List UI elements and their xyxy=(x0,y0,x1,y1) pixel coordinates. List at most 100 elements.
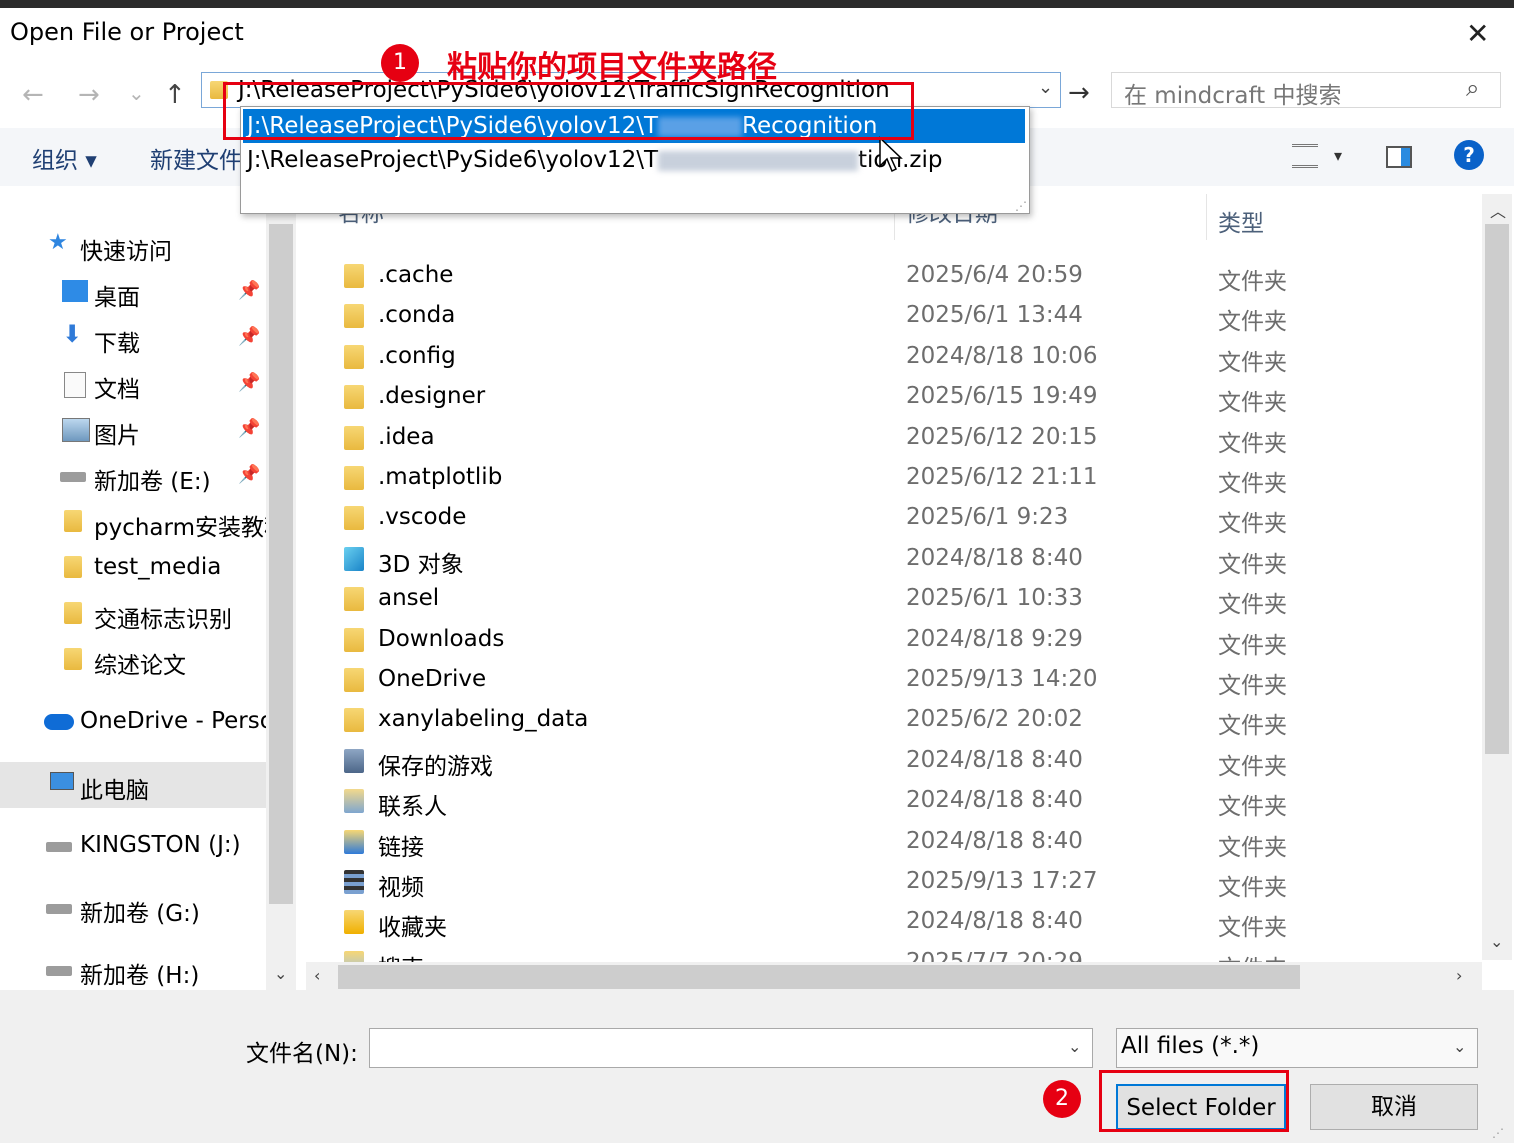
file-row[interactable]: 联系人 2024/8/18 8:40 文件夹 xyxy=(298,781,1482,821)
resize-grip-icon[interactable]: ⋰ xyxy=(1492,1126,1504,1140)
file-name: 联系人 xyxy=(378,794,447,821)
file-row[interactable]: ansel 2025/6/1 10:33 文件夹 xyxy=(298,579,1482,619)
sidebar-item-drive-g[interactable]: 新加卷 (G:) xyxy=(0,888,266,928)
chevron-down-icon[interactable]: ⌄ xyxy=(1038,77,1053,98)
file-row[interactable]: 视频 2025/9/13 17:27 文件夹 xyxy=(298,862,1482,902)
sidebar-item-pycharm[interactable]: pycharm安装教程 xyxy=(0,502,266,542)
file-modified-date: 2024/8/18 8:40 xyxy=(906,787,1083,814)
file-type-select[interactable]: All files (*.*) ⌄ xyxy=(1116,1028,1478,1068)
up-arrow-icon[interactable]: ↑ xyxy=(164,80,186,110)
view-options-chevron[interactable]: ▾ xyxy=(1334,146,1342,165)
folder-icon xyxy=(344,425,364,450)
go-arrow-icon[interactable]: → xyxy=(1068,78,1090,108)
folder-icon xyxy=(64,648,82,670)
file-name: 保存的游戏 xyxy=(378,753,493,780)
scroll-down-icon[interactable]: ⌄ xyxy=(274,964,287,983)
desktop-icon xyxy=(62,280,88,302)
computer-icon xyxy=(50,772,74,790)
file-row[interactable]: 收藏夹 2024/8/18 8:40 文件夹 xyxy=(298,902,1482,942)
file-row[interactable]: .config 2024/8/18 10:06 文件夹 xyxy=(298,337,1482,377)
file-name: 链接 xyxy=(378,834,424,861)
pin-icon[interactable]: 📌 xyxy=(238,280,260,301)
new-folder-button[interactable]: 新建文件 xyxy=(150,141,242,175)
file-type: 文件夹 xyxy=(1218,673,1287,699)
preview-pane-icon[interactable] xyxy=(1386,146,1412,168)
file-type: 文件夹 xyxy=(1218,269,1287,295)
file-row[interactable]: xanylabeling_data 2025/6/2 20:02 文件夹 xyxy=(298,700,1482,740)
column-divider[interactable] xyxy=(1206,194,1207,240)
file-list-vertical-scrollbar[interactable]: ︿ ⌄ xyxy=(1482,194,1512,960)
sidebar-item-drive-e[interactable]: 新加卷 (E:) 📌 xyxy=(0,456,266,496)
open-file-dialog: Open File or Project ✕ ← → ⌄ ↑ J:\Releas… xyxy=(0,8,1514,1143)
back-arrow-icon[interactable]: ← xyxy=(22,80,44,110)
file-row[interactable]: 搜索2025/7/7 20:29文件夹 xyxy=(298,943,1482,964)
file-row[interactable]: 链接 2024/8/18 8:40 文件夹 xyxy=(298,822,1482,862)
scroll-left-icon[interactable]: ‹ xyxy=(314,966,320,985)
sidebar-item-survey-papers[interactable]: 综述论文 xyxy=(0,640,266,680)
select-button-highlight-box xyxy=(1099,1070,1289,1132)
sidebar-item-pictures[interactable]: 图片 📌 xyxy=(0,410,266,450)
file-row[interactable]: .conda 2025/6/1 13:44 文件夹 xyxy=(298,296,1482,336)
sidebar-item-documents[interactable]: 文档 📌 xyxy=(0,364,266,404)
file-row[interactable]: 保存的游戏 2024/8/18 8:40 文件夹 xyxy=(298,741,1482,781)
sidebar-item-kingston-j[interactable]: KINGSTON (J:) xyxy=(0,826,266,866)
pin-icon[interactable]: 📌 xyxy=(238,464,260,485)
recent-locations-icon[interactable]: ⌄ xyxy=(128,78,145,108)
scroll-down-icon[interactable]: ⌄ xyxy=(1490,932,1503,951)
search-box[interactable]: 在 mindcraft 中搜索 ⌕ xyxy=(1111,72,1501,110)
sidebar-item-label: KINGSTON (J:) xyxy=(80,832,241,858)
close-icon[interactable]: ✕ xyxy=(1466,20,1489,48)
file-list-horizontal-scrollbar[interactable]: ‹ › xyxy=(306,962,1482,992)
file-modified-date: 2024/8/18 8:40 xyxy=(906,746,1083,773)
file-type: 文件夹 xyxy=(1218,471,1287,497)
file-row[interactable]: .matplotlib 2025/6/12 21:11 文件夹 xyxy=(298,458,1482,498)
pin-icon[interactable]: 📌 xyxy=(238,372,260,393)
file-row[interactable]: .idea 2025/6/12 20:15 文件夹 xyxy=(298,418,1482,458)
resize-grip-icon[interactable]: ⋰ xyxy=(1015,199,1027,213)
organize-menu[interactable]: 组织 ▾ xyxy=(32,141,97,175)
sidebar-item-quick-access[interactable]: ★ 快速访问 xyxy=(0,226,266,266)
folder-icon xyxy=(64,510,82,532)
chevron-down-icon[interactable]: ⌄ xyxy=(1068,1037,1081,1056)
view-list-icon[interactable] xyxy=(1292,144,1318,168)
autocomplete-item-zip[interactable]: J:\ReleaseProject\PySide6\yolov12\T tion.… xyxy=(243,143,1025,177)
help-icon[interactable]: ? xyxy=(1454,140,1484,170)
sidebar-scrollbar[interactable]: ⌄ xyxy=(266,194,296,990)
scrollbar-thumb[interactable] xyxy=(269,224,293,904)
dialog-footer: 文件名(N): ⌄ All files (*.*) ⌄ Select Folde… xyxy=(0,990,1514,1143)
filename-input[interactable]: ⌄ xyxy=(369,1028,1093,1068)
search-input[interactable]: 在 mindcraft 中搜索 xyxy=(1124,76,1342,110)
sidebar-item-drive-h[interactable]: 新加卷 (H:) xyxy=(0,950,266,990)
pin-icon[interactable]: 📌 xyxy=(238,326,260,347)
pin-icon[interactable]: 📌 xyxy=(238,418,260,439)
file-name: 收藏夹 xyxy=(378,915,447,942)
file-row[interactable]: Downloads 2024/8/18 9:29 文件夹 xyxy=(298,620,1482,660)
file-row[interactable]: .designer 2025/6/15 19:49 文件夹 xyxy=(298,377,1482,417)
scroll-up-icon[interactable]: ︿ xyxy=(1490,198,1506,222)
sidebar-item-onedrive[interactable]: OneDrive - Personal xyxy=(0,702,266,742)
sidebar-item-traffic-sign[interactable]: 交通标志识别 xyxy=(0,594,266,634)
sidebar-item-label: 文档 xyxy=(94,377,140,403)
forward-arrow-icon[interactable]: → xyxy=(78,80,100,110)
file-type: 文件夹 xyxy=(1218,753,1287,780)
sidebar-item-downloads[interactable]: ⬇ 下载 📌 xyxy=(0,318,266,358)
column-header-type[interactable]: 类型 xyxy=(1218,204,1264,250)
onedrive-icon xyxy=(44,714,74,730)
file-row[interactable]: .vscode 2025/6/1 9:23 文件夹 xyxy=(298,498,1482,538)
sidebar-item-this-pc[interactable]: 此电脑 xyxy=(0,762,266,808)
file-modified-date: 2024/8/18 8:40 xyxy=(906,908,1083,935)
folder-icon xyxy=(344,910,364,935)
search-icon[interactable]: ⌕ xyxy=(1466,74,1479,102)
drive-icon xyxy=(60,472,86,482)
scroll-right-icon[interactable]: › xyxy=(1456,966,1462,985)
sidebar-item-test-media[interactable]: test_media xyxy=(0,548,266,588)
file-row[interactable]: OneDrive 2025/9/13 14:20 文件夹 xyxy=(298,660,1482,700)
scrollbar-thumb[interactable] xyxy=(1485,224,1509,754)
sidebar-item-desktop[interactable]: 桌面 📌 xyxy=(0,272,266,312)
address-highlight-box xyxy=(223,82,914,140)
cancel-button[interactable]: 取消 xyxy=(1310,1084,1478,1130)
file-row[interactable]: .cache 2025/6/4 20:59 文件夹 xyxy=(298,256,1482,296)
file-row[interactable]: 3D 对象 2024/8/18 8:40 文件夹 xyxy=(298,539,1482,579)
file-modified-date: 2025/9/13 14:20 xyxy=(906,666,1098,692)
scrollbar-thumb[interactable] xyxy=(338,965,1300,989)
